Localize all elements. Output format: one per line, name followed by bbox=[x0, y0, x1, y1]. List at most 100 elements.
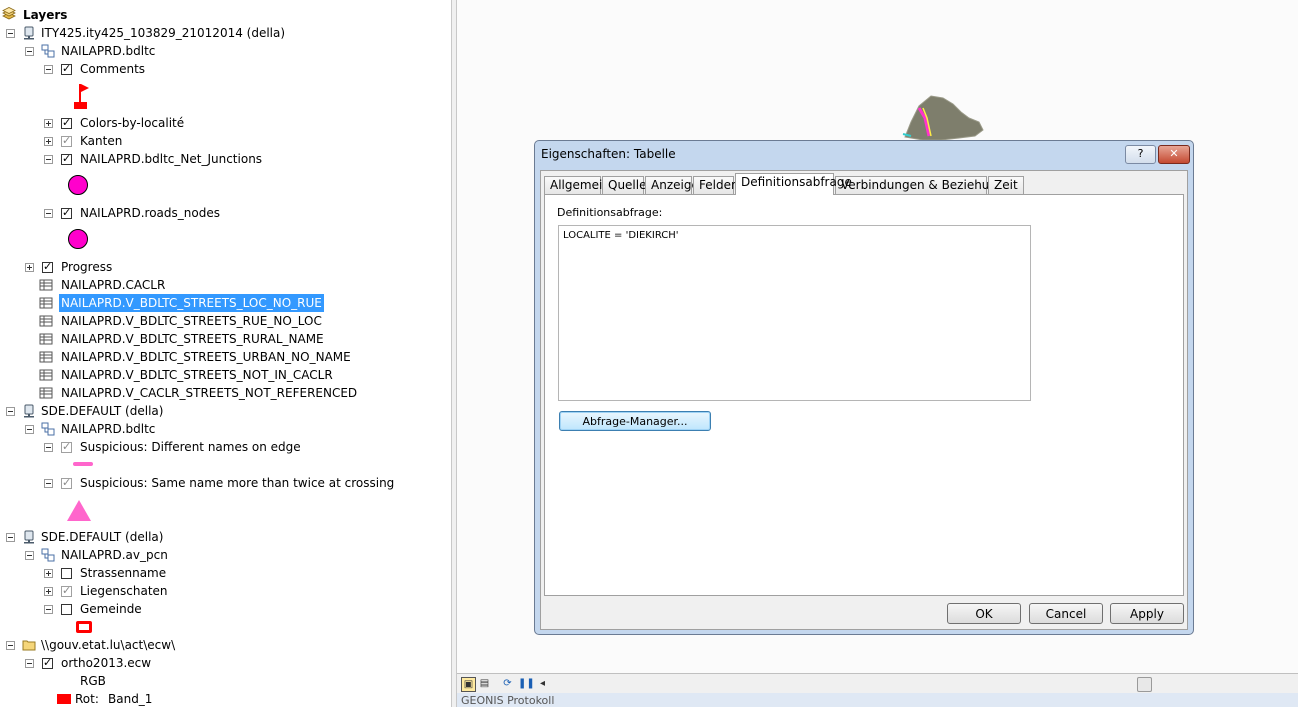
layer-visibility-checkbox[interactable] bbox=[61, 132, 72, 150]
data-view-icon[interactable]: ▣ bbox=[461, 677, 476, 692]
toc-table-not-referenced[interactable]: NAILAPRD.V_CACLR_STREETS_NOT_REFERENCED bbox=[0, 384, 451, 402]
toc-layer-comments[interactable]: Comments bbox=[0, 60, 451, 78]
collapse-toggle[interactable] bbox=[25, 425, 34, 434]
toc-group-bdltc[interactable]: NAILAPRD.bdltc bbox=[0, 42, 451, 60]
expand-toggle[interactable] bbox=[25, 263, 34, 272]
dialog-title: Eigenschaften: Tabelle bbox=[541, 147, 676, 161]
collapse-toggle[interactable] bbox=[25, 659, 34, 668]
red-band-swatch-icon bbox=[57, 694, 71, 704]
close-button[interactable]: ✕ bbox=[1158, 145, 1190, 164]
collapse-toggle[interactable] bbox=[44, 443, 53, 452]
collapse-toggle[interactable] bbox=[6, 641, 15, 650]
tab-allgemein[interactable]: Allgemein bbox=[544, 176, 610, 194]
toc-database-sde-default[interactable]: SDE.DEFAULT (della) bbox=[0, 402, 451, 420]
expand-toggle[interactable] bbox=[44, 119, 53, 128]
collapse-toggle[interactable] bbox=[44, 65, 53, 74]
toc-layer-net-junctions[interactable]: NAILAPRD.bdltc_Net_Junctions bbox=[0, 150, 451, 168]
collapse-toggle[interactable] bbox=[25, 47, 34, 56]
layer-visibility-checkbox[interactable] bbox=[61, 114, 72, 132]
toc-layer-gemeinde[interactable]: Gemeinde bbox=[0, 600, 451, 618]
toc-label: ITY425.ity425_103829_21012014 (della) bbox=[41, 26, 286, 40]
toc-label: Liegenschaten bbox=[80, 584, 168, 598]
toc-database-ity425[interactable]: ITY425.ity425_103829_21012014 (della) bbox=[0, 24, 451, 42]
toc-label: NAILAPRD.V_BDLTC_STREETS_RUE_NO_LOC bbox=[61, 314, 322, 328]
expand-toggle[interactable] bbox=[44, 587, 53, 596]
toc-layer-ortho2013[interactable]: ortho2013.ecw bbox=[0, 654, 451, 672]
toc-table-urban-no-name[interactable]: NAILAPRD.V_BDLTC_STREETS_URBAN_NO_NAME bbox=[0, 348, 451, 366]
layer-visibility-checkbox[interactable] bbox=[42, 654, 53, 672]
pink-line-symbol-icon bbox=[73, 462, 93, 466]
query-manager-button[interactable]: Abfrage-Manager... bbox=[559, 411, 711, 431]
scroll-left-icon[interactable]: ◂ bbox=[536, 677, 549, 690]
table-icon bbox=[39, 279, 53, 291]
expand-toggle[interactable] bbox=[44, 137, 53, 146]
table-icon bbox=[39, 315, 53, 327]
toc-table-not-in-caclr[interactable]: NAILAPRD.V_BDLTC_STREETS_NOT_IN_CACLR bbox=[0, 366, 451, 384]
refresh-icon[interactable]: ⟳ bbox=[501, 677, 514, 690]
definition-query-textbox[interactable]: LOCALITE = 'DIEKIRCH' bbox=[558, 225, 1031, 401]
layer-visibility-checkbox[interactable] bbox=[61, 204, 72, 222]
collapse-toggle[interactable] bbox=[44, 209, 53, 218]
toc-database-sde-default-2[interactable]: SDE.DEFAULT (della) bbox=[0, 528, 451, 546]
toc-layer-roads-nodes[interactable]: NAILAPRD.roads_nodes bbox=[0, 204, 451, 222]
toc-label: Band_1 bbox=[108, 692, 153, 706]
tab-quelle[interactable]: Quelle bbox=[602, 176, 646, 194]
toc-header-label: Layers bbox=[23, 8, 68, 22]
collapse-toggle[interactable] bbox=[6, 533, 15, 542]
toc-label: NAILAPRD.roads_nodes bbox=[80, 206, 220, 220]
ok-button[interactable]: OK bbox=[947, 603, 1021, 624]
pause-icon[interactable]: ❚❚ bbox=[518, 677, 535, 690]
layer-visibility-checkbox[interactable] bbox=[61, 582, 72, 600]
layer-visibility-checkbox[interactable] bbox=[61, 438, 72, 456]
feature-dataset-icon bbox=[41, 44, 55, 58]
cancel-button[interactable]: Cancel bbox=[1029, 603, 1103, 624]
layer-visibility-checkbox[interactable] bbox=[61, 474, 72, 492]
toc-layer-kanten[interactable]: Kanten bbox=[0, 132, 451, 150]
toc-table-rural-name[interactable]: NAILAPRD.V_BDLTC_STREETS_RURAL_NAME bbox=[0, 330, 451, 348]
collapse-toggle[interactable] bbox=[6, 29, 15, 38]
toc-layer-liegenschaten[interactable]: Liegenschaten bbox=[0, 582, 451, 600]
collapse-toggle[interactable] bbox=[25, 551, 34, 560]
toc-layer-suspicious-different-names[interactable]: Suspicious: Different names on edge bbox=[0, 438, 451, 456]
layer-visibility-checkbox[interactable] bbox=[61, 60, 72, 78]
toc-label: NAILAPRD.CACLR bbox=[61, 278, 166, 292]
toc-label: Strassenname bbox=[80, 566, 167, 580]
layer-visibility-checkbox[interactable] bbox=[61, 568, 72, 579]
toc-label: Rot: bbox=[75, 692, 99, 706]
toc-group-bdltc-2[interactable]: NAILAPRD.bdltc bbox=[0, 420, 451, 438]
toc-layer-suspicious-same-name[interactable]: Suspicious: Same name more than twice at… bbox=[0, 474, 451, 492]
toc-layer-strassenname[interactable]: Strassenname bbox=[0, 564, 451, 582]
toc-label: NAILAPRD.bdltc bbox=[61, 44, 156, 58]
toc-label: NAILAPRD.V_CACLR_STREETS_NOT_REFERENCED bbox=[61, 386, 358, 400]
tab-anzeige[interactable]: Anzeige bbox=[645, 176, 699, 194]
collapse-toggle[interactable] bbox=[44, 155, 53, 164]
collapse-toggle[interactable] bbox=[44, 479, 53, 488]
layout-view-icon[interactable]: ▤ bbox=[478, 677, 491, 690]
tab-verbindungen-beziehungen[interactable]: Verbindungen & Beziehungen bbox=[835, 176, 1020, 194]
toc-layer-colors-by-localite[interactable]: Colors-by-localité bbox=[0, 114, 451, 132]
toc-label: Gemeinde bbox=[80, 602, 142, 616]
toc-label: SDE.DEFAULT (della) bbox=[41, 404, 164, 418]
expand-toggle[interactable] bbox=[44, 569, 53, 578]
feature-dataset-icon bbox=[41, 548, 55, 562]
toc-table-loc-no-rue[interactable]: NAILAPRD.V_BDLTC_STREETS_LOC_NO_RUE bbox=[0, 294, 451, 312]
layer-visibility-checkbox[interactable] bbox=[61, 604, 72, 615]
collapse-toggle[interactable] bbox=[44, 605, 53, 614]
magenta-circle-symbol-icon bbox=[68, 175, 88, 195]
layer-visibility-checkbox[interactable] bbox=[61, 150, 72, 168]
scrollbar-thumb[interactable] bbox=[1137, 677, 1152, 692]
toc-layer-progress[interactable]: Progress bbox=[0, 258, 451, 276]
help-button[interactable]: ? bbox=[1125, 145, 1156, 164]
toc-group-av-pcn[interactable]: NAILAPRD.av_pcn bbox=[0, 546, 451, 564]
toc-table-rue-no-loc[interactable]: NAILAPRD.V_BDLTC_STREETS_RUE_NO_LOC bbox=[0, 312, 451, 330]
tab-zeit[interactable]: Zeit bbox=[988, 176, 1024, 194]
magenta-circle-symbol-icon bbox=[68, 229, 88, 249]
layer-visibility-checkbox[interactable] bbox=[42, 258, 53, 276]
tab-felder[interactable]: Felder bbox=[693, 176, 736, 194]
collapse-toggle[interactable] bbox=[6, 407, 15, 416]
apply-button[interactable]: Apply bbox=[1110, 603, 1184, 624]
toc-folder-ecw[interactable]: \\gouv.etat.lu\act\ecw\ bbox=[0, 636, 451, 654]
toc-label: Colors-by-localité bbox=[80, 116, 185, 130]
tab-definitionsabfrage[interactable]: Definitionsabfrage bbox=[735, 173, 852, 195]
toc-table-caclr[interactable]: NAILAPRD.CACLR bbox=[0, 276, 451, 294]
